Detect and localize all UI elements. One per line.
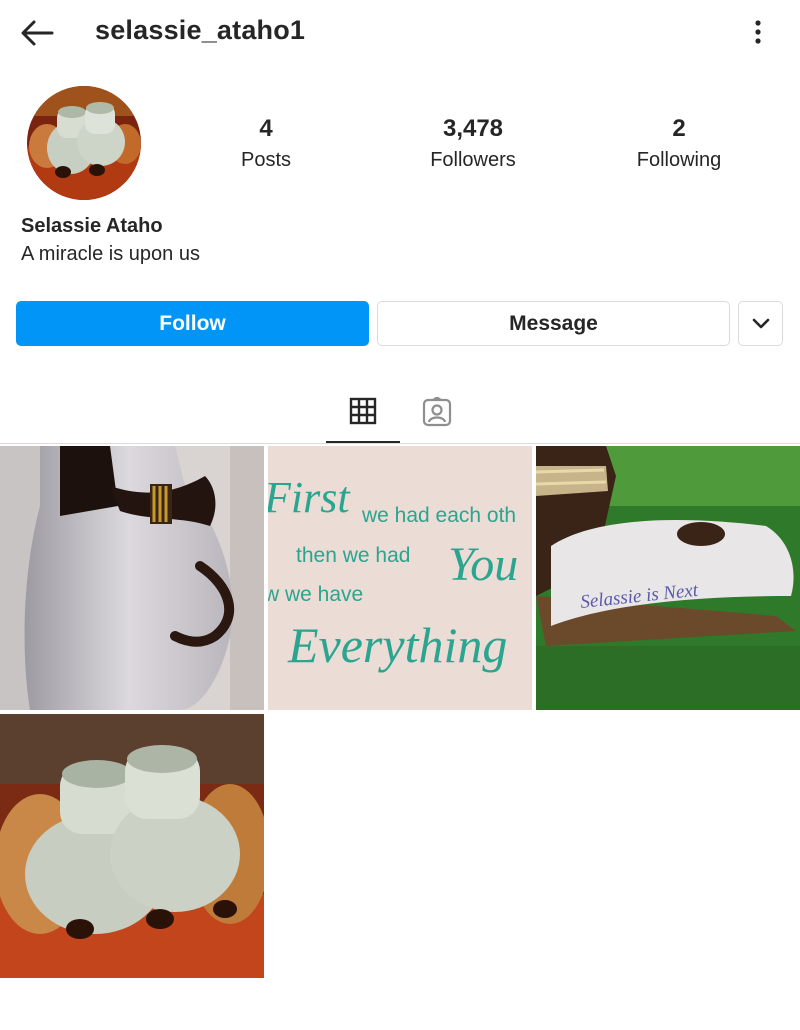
post-thumbnail[interactable]: Selassie is Next [536,446,800,710]
chevron-down-icon [752,318,769,328]
profile-full-name: Selassie Ataho [21,215,163,237]
post-quote-sign-image: First we had each oth then we had You w … [268,446,532,710]
followers-count[interactable]: 3,478 Followers [388,114,558,176]
quote-line-now-we-have: w we have [268,583,363,606]
message-button[interactable]: Message [377,301,730,346]
posts-count-value: 4 [259,115,273,142]
tab-tagged[interactable] [400,380,474,443]
tagged-person-icon [422,396,452,426]
followers-count-label: Followers [430,149,516,171]
back-button[interactable] [18,16,58,50]
top-bar: selassie_ataho1 [0,0,800,66]
arrow-left-icon [21,20,54,46]
quote-line-first: First [268,473,351,522]
post-thumbnail[interactable] [0,714,264,978]
grid-icon [349,397,377,424]
more-options-button[interactable] [744,16,772,50]
post-baby-booties-image [0,714,264,978]
quote-line-then-we-had: then we had [296,544,410,567]
followers-count-value: 3,478 [442,115,504,142]
suggested-accounts-button[interactable] [738,301,783,346]
profile-bio: A miracle is upon us [21,243,200,265]
follow-button[interactable]: Follow [16,301,369,346]
avatar-booties-image [27,86,141,200]
profile-username: selassie_ataho1 [95,15,306,45]
following-count-label: Following [636,149,722,171]
following-count[interactable]: 2 Following [594,114,764,176]
quote-line-each-other: we had each oth [361,504,516,527]
posts-count-label: Posts [240,149,292,171]
quote-line-everything: Everything [287,617,507,673]
following-count-value: 2 [672,115,686,142]
post-thumbnail[interactable]: First we had each oth then we had You w … [268,446,532,710]
profile-avatar[interactable] [27,86,141,200]
quote-line-you: You [448,538,518,591]
post-sandal-on-grass-image: Selassie is Next [536,446,800,710]
post-thumbnail[interactable] [0,446,264,710]
tab-posts-grid[interactable] [326,380,400,443]
profile-tabs [0,380,800,444]
posts-count[interactable]: 4 Posts [181,114,351,176]
more-vertical-icon [755,20,761,44]
post-pregnant-belly-image [0,446,264,710]
